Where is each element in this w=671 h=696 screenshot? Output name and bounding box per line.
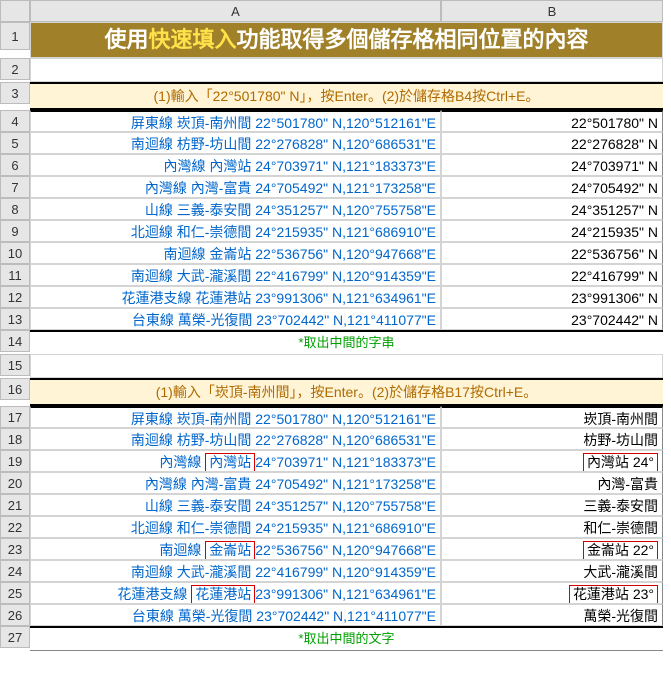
- note-2: *取出中間的文字: [30, 626, 663, 651]
- row-header[interactable]: 24: [0, 560, 30, 582]
- row-header[interactable]: 2: [0, 58, 30, 80]
- cell-a[interactable]: 屏東線 崁頂-南州間 22°501780" N,120°512161"E: [30, 406, 441, 428]
- cell-a[interactable]: 山線 三義-泰安間 24°351257" N,120°755758"E: [30, 198, 441, 220]
- row-header[interactable]: 1: [0, 22, 30, 50]
- cell-b[interactable]: 和仁-崇德間: [441, 516, 663, 538]
- highlight-box: 花蓮港站 23°: [569, 585, 658, 604]
- highlight-box: 金崙站 22°: [583, 541, 658, 560]
- row-header[interactable]: 11: [0, 264, 30, 286]
- row-header[interactable]: 4: [0, 110, 30, 132]
- cell-b[interactable]: 22°416799" N: [441, 264, 663, 286]
- row-header[interactable]: 16: [0, 378, 30, 400]
- row-header[interactable]: 3: [0, 82, 30, 104]
- row-header[interactable]: 12: [0, 286, 30, 308]
- row-header[interactable]: 19: [0, 450, 30, 472]
- row-header[interactable]: 23: [0, 538, 30, 560]
- cell-b[interactable]: 23°702442" N: [441, 308, 663, 330]
- row-header[interactable]: 27: [0, 626, 30, 648]
- cell-a[interactable]: 花蓮港支線 花蓮港站 23°991306" N,121°634961"E: [30, 582, 441, 604]
- cell-b[interactable]: 24°351257" N: [441, 198, 663, 220]
- cell-a[interactable]: 台東線 萬榮-光復間 23°702442" N,121°411077"E: [30, 308, 441, 330]
- cell-a[interactable]: 北迴線 和仁-崇德間 24°215935" N,121°686910"E: [30, 220, 441, 242]
- cell-a[interactable]: 內灣線 內灣-富貴 24°705492" N,121°173258"E: [30, 472, 441, 494]
- highlight-box: 內灣站 24°: [583, 453, 658, 472]
- row-header[interactable]: 9: [0, 220, 30, 242]
- cell-b[interactable]: 24°215935" N: [441, 220, 663, 242]
- row-header[interactable]: 10: [0, 242, 30, 264]
- row-header[interactable]: 15: [0, 354, 30, 376]
- cell-b[interactable]: 枋野-坊山間: [441, 428, 663, 450]
- row-header[interactable]: 21: [0, 494, 30, 516]
- cell-b[interactable]: 大武-瀧溪間: [441, 560, 663, 582]
- row-header[interactable]: 8: [0, 198, 30, 220]
- cell-a[interactable]: 內灣線 內灣站 24°703971" N,121°183373"E: [30, 450, 441, 472]
- highlight-box: 花蓮港站: [191, 585, 255, 604]
- cell-b[interactable]: 崁頂-南州間: [441, 406, 663, 428]
- cell-b[interactable]: 22°276828" N: [441, 132, 663, 154]
- cell-b[interactable]: 內灣站 24°: [441, 450, 663, 472]
- row-header[interactable]: 7: [0, 176, 30, 198]
- row-header[interactable]: 20: [0, 472, 30, 494]
- col-header[interactable]: A: [30, 0, 441, 22]
- cell-b[interactable]: 內灣-富貴: [441, 472, 663, 494]
- page-title: 使用快速填入功能取得多個儲存格相同位置的內容: [30, 22, 663, 58]
- col-header[interactable]: B: [441, 0, 663, 22]
- cell-b[interactable]: 24°705492" N: [441, 176, 663, 198]
- cell-a[interactable]: 南迴線 大武-瀧溪間 22°416799" N,120°914359"E: [30, 560, 441, 582]
- cell-a[interactable]: 內灣線 內灣-富貴 24°705492" N,121°173258"E: [30, 176, 441, 198]
- note-1: *取出中間的字串: [30, 330, 663, 354]
- cell-a[interactable]: 山線 三義-泰安間 24°351257" N,120°755758"E: [30, 494, 441, 516]
- row-header[interactable]: 22: [0, 516, 30, 538]
- instruction-2: (1)輸入「崁頂-南州間」，按Enter。(2)於儲存格B17按Ctrl+E。: [30, 378, 663, 406]
- cell-a[interactable]: 南迴線 金崙站 22°536756" N,120°947668"E: [30, 538, 441, 560]
- cell-a[interactable]: 內灣線 內灣站 24°703971" N,121°183373"E: [30, 154, 441, 176]
- cell-a[interactable]: 南迴線 枋野-坊山間 22°276828" N,120°686531"E: [30, 428, 441, 450]
- cell-b[interactable]: 萬榮-光復間: [441, 604, 663, 626]
- row-header[interactable]: 17: [0, 406, 30, 428]
- cell-a[interactable]: 南迴線 枋野-坊山間 22°276828" N,120°686531"E: [30, 132, 441, 154]
- row-header[interactable]: 5: [0, 132, 30, 154]
- cell-b[interactable]: 三義-泰安間: [441, 494, 663, 516]
- cell-a[interactable]: 台東線 萬榮-光復間 23°702442" N,121°411077"E: [30, 604, 441, 626]
- row-header[interactable]: 26: [0, 604, 30, 626]
- cell-b[interactable]: 22°536756" N: [441, 242, 663, 264]
- instruction-1: (1)輸入「22°501780" N」，按Enter。(2)於儲存格B4按Ctr…: [30, 82, 663, 110]
- cell-a[interactable]: 南迴線 金崙站 22°536756" N,120°947668"E: [30, 242, 441, 264]
- cell-a[interactable]: 北迴線 和仁-崇德間 24°215935" N,121°686910"E: [30, 516, 441, 538]
- row-header[interactable]: 25: [0, 582, 30, 604]
- cell-a[interactable]: 花蓮港支線 花蓮港站 23°991306" N,121°634961"E: [30, 286, 441, 308]
- highlight-box: 金崙站: [205, 541, 255, 560]
- cell-b[interactable]: 22°501780" N: [441, 110, 663, 132]
- cell-b[interactable]: 金崙站 22°: [441, 538, 663, 560]
- row-header[interactable]: 13: [0, 308, 30, 330]
- cell-b[interactable]: 花蓮港站 23°: [441, 582, 663, 604]
- cell-a[interactable]: 南迴線 大武-瀧溪間 22°416799" N,120°914359"E: [30, 264, 441, 286]
- highlight-box: 內灣站: [205, 453, 255, 472]
- cell-a[interactable]: 屏東線 崁頂-南州間 22°501780" N,120°512161"E: [30, 110, 441, 132]
- cell-b[interactable]: 24°703971" N: [441, 154, 663, 176]
- row-header[interactable]: 18: [0, 428, 30, 450]
- cell-b[interactable]: 23°991306" N: [441, 286, 663, 308]
- row-header[interactable]: 14: [0, 330, 30, 352]
- row-header[interactable]: 6: [0, 154, 30, 176]
